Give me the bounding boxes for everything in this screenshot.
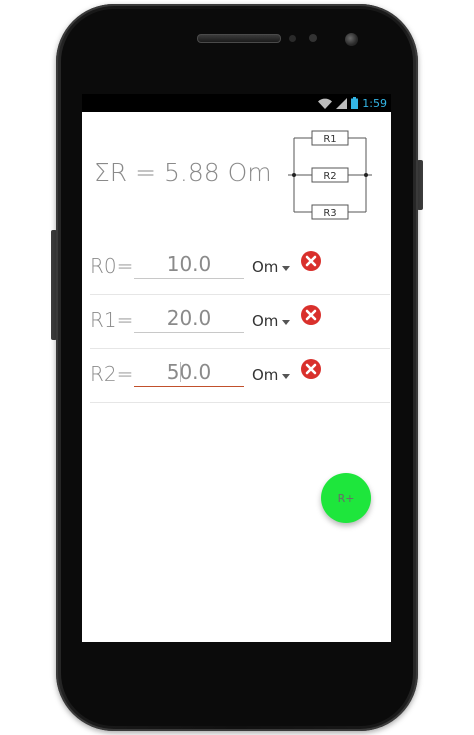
add-resistor-label: R+ [337, 491, 355, 505]
status-time: 1:59 [362, 96, 387, 110]
signal-icon [336, 94, 348, 113]
unit-label: Om [252, 312, 279, 330]
resistor-label: R0= [90, 254, 134, 278]
unit-dropdown[interactable]: Om [252, 258, 291, 276]
proximity-sensor [289, 35, 296, 42]
app-screen: 1:59 ΣR = 5.88 Om R1 R2 R3 R0= 10.0 Om R… [82, 94, 391, 642]
light-sensor [309, 34, 317, 42]
resistor-row-2: R2= Om [90, 348, 390, 403]
front-camera [345, 33, 358, 46]
dropdown-arrow-icon [282, 373, 291, 379]
battery-icon [351, 94, 359, 113]
status-bar: 1:59 [82, 94, 391, 112]
resistor-r3-label: R3 [323, 208, 336, 219]
remove-icon[interactable] [300, 250, 322, 272]
wifi-icon [318, 94, 333, 113]
unit-dropdown[interactable]: Om [252, 366, 291, 384]
remove-icon[interactable] [300, 358, 322, 380]
resistor-r2-label: R2 [323, 171, 336, 182]
resistance-input[interactable] [134, 250, 244, 279]
resistor-r2: R2 [311, 167, 349, 183]
resistor-r3: R3 [311, 204, 349, 220]
earpiece-speaker [197, 34, 281, 43]
unit-label: Om [252, 258, 279, 276]
resistor-label: R1= [90, 308, 134, 332]
dropdown-arrow-icon [282, 265, 291, 271]
resistor-r1-label: R1 [323, 134, 336, 145]
dropdown-arrow-icon [282, 319, 291, 325]
text-cursor [180, 362, 181, 382]
resistor-label: R2= [90, 362, 134, 386]
resistance-input[interactable] [134, 358, 244, 387]
resistor-r1: R1 [311, 130, 349, 146]
resistor-row-0: R0= Om [90, 240, 390, 295]
add-resistor-button[interactable]: R+ [321, 473, 371, 523]
total-resistance-label: ΣR = 5.88 Om [94, 158, 272, 187]
resistance-input[interactable] [134, 304, 244, 333]
circuit-diagram: R1 R2 R3 [288, 130, 372, 220]
unit-dropdown[interactable]: Om [252, 312, 291, 330]
unit-label: Om [252, 366, 279, 384]
resistor-row-1: R1= Om [90, 294, 390, 349]
remove-icon[interactable] [300, 304, 322, 326]
